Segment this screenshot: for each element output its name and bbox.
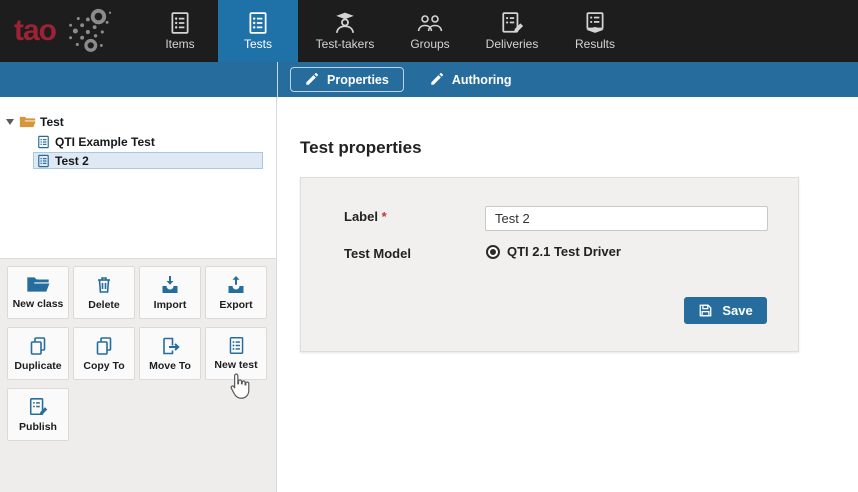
- nav-label-tests: Tests: [244, 37, 272, 51]
- required-marker: *: [382, 209, 387, 224]
- tree-node-label: Test: [40, 115, 64, 129]
- export-button[interactable]: Export: [205, 266, 267, 319]
- test-takers-icon: [333, 11, 357, 35]
- duplicate-button[interactable]: Duplicate: [7, 327, 69, 380]
- caret-down-icon[interactable]: [6, 119, 14, 125]
- save-button-label: Save: [722, 303, 752, 318]
- app-window: tao Items: [0, 0, 858, 492]
- view-tabs: Properties Authoring: [290, 67, 526, 92]
- dock-button-label: Move To: [149, 360, 191, 372]
- top-navigation: tao Items: [0, 0, 858, 62]
- tree-node-label: Test 2: [55, 154, 89, 168]
- publish-icon: [28, 397, 48, 417]
- tree-action-dock: New class Delete Import Export: [0, 258, 277, 492]
- results-icon: [583, 11, 607, 35]
- export-icon: [226, 275, 246, 295]
- nav-label-groups: Groups: [410, 37, 449, 51]
- delete-button[interactable]: Delete: [73, 266, 135, 319]
- tab-properties-label: Properties: [327, 73, 389, 87]
- save-floppy-icon: [698, 303, 713, 318]
- folder-open-icon: [19, 115, 36, 129]
- new-test-icon: [227, 336, 246, 355]
- import-icon: [160, 275, 180, 295]
- tree-node-test-2-selected[interactable]: Test 2: [33, 152, 263, 169]
- dock-button-label: Copy To: [83, 360, 124, 372]
- radio-selected-icon[interactable]: [486, 245, 500, 259]
- tree-node-qti-example-test[interactable]: QTI Example Test: [37, 133, 276, 150]
- tao-logo[interactable]: tao: [14, 6, 126, 56]
- test-model-label: Test Model: [344, 246, 411, 261]
- nav-item-groups[interactable]: Groups: [400, 0, 460, 62]
- duplicate-icon: [28, 336, 48, 356]
- sidebar-divider: [277, 62, 278, 97]
- tao-logo-dots-icon: [56, 6, 114, 56]
- test-model-option-label: QTI 2.1 Test Driver: [507, 244, 621, 259]
- label-field-label: Label *: [344, 209, 387, 224]
- dock-button-label: New test: [214, 359, 257, 371]
- nav-label-items: Items: [165, 37, 194, 51]
- dock-button-label: New class: [13, 298, 64, 310]
- copy-icon: [94, 336, 114, 356]
- dock-button-label: Delete: [88, 299, 120, 311]
- tao-logo-text: tao: [14, 16, 56, 46]
- deliveries-icon: [500, 11, 524, 35]
- new-class-button[interactable]: New class: [7, 266, 69, 319]
- publish-button[interactable]: Publish: [7, 388, 69, 441]
- tree-node-label: QTI Example Test: [55, 135, 155, 149]
- nav-item-test-takers[interactable]: Test-takers: [305, 0, 385, 62]
- items-icon: [168, 11, 192, 35]
- test-icon: [37, 135, 50, 149]
- page-title: Test properties: [300, 138, 422, 158]
- pencil-icon: [430, 73, 443, 86]
- copy-to-button[interactable]: Copy To: [73, 327, 135, 380]
- groups-icon: [417, 11, 443, 35]
- test-model-radio-option[interactable]: QTI 2.1 Test Driver: [486, 244, 621, 259]
- dock-button-label: Duplicate: [14, 360, 61, 372]
- nav-item-items[interactable]: Items: [150, 0, 210, 62]
- move-icon: [160, 336, 180, 356]
- nav-item-results[interactable]: Results: [564, 0, 626, 62]
- label-input[interactable]: [485, 206, 768, 231]
- action-bar: Properties Authoring: [0, 62, 858, 97]
- tree-node-test-class[interactable]: Test: [6, 113, 276, 131]
- dock-button-label: Publish: [19, 421, 57, 433]
- tab-authoring-label: Authoring: [452, 73, 512, 87]
- nav-label-results: Results: [575, 37, 615, 51]
- dock-button-label: Import: [154, 299, 187, 311]
- tab-authoring[interactable]: Authoring: [416, 67, 526, 92]
- import-button[interactable]: Import: [139, 266, 201, 319]
- test-icon: [37, 154, 50, 168]
- tests-icon: [246, 11, 270, 35]
- new-class-folder-icon: [26, 275, 50, 294]
- nav-label-deliveries: Deliveries: [486, 37, 539, 51]
- save-button[interactable]: Save: [684, 297, 767, 324]
- dock-button-label: Export: [219, 299, 252, 311]
- trash-icon: [94, 275, 114, 295]
- resource-tree: Test QTI Example Test Test 2: [0, 97, 277, 258]
- nav-item-tests[interactable]: Tests: [218, 0, 298, 62]
- pencil-icon: [305, 73, 318, 86]
- test-properties-form: Label * Test Model QTI 2.1 Test Driver S…: [300, 177, 799, 352]
- nav-label-test-takers: Test-takers: [316, 37, 375, 51]
- tab-properties[interactable]: Properties: [290, 67, 404, 92]
- nav-item-deliveries[interactable]: Deliveries: [475, 0, 549, 62]
- new-test-button[interactable]: New test: [205, 327, 267, 380]
- move-to-button[interactable]: Move To: [139, 327, 201, 380]
